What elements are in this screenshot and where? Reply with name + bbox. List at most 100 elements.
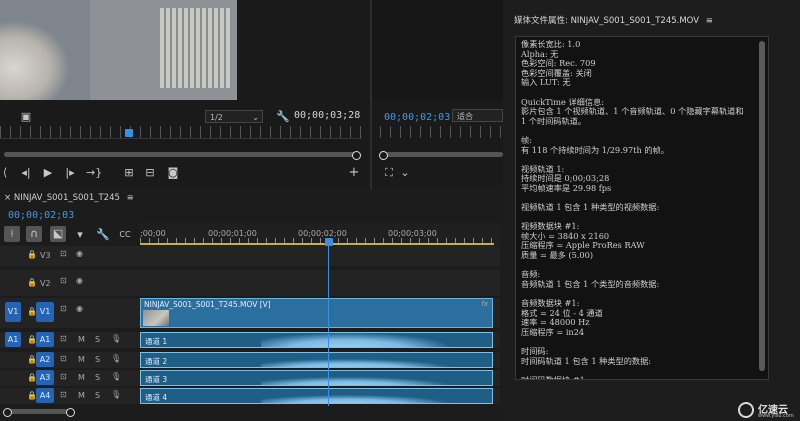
overwrite-icon[interactable]: ⊟ xyxy=(143,166,157,180)
source-scroll-handle[interactable] xyxy=(352,151,361,160)
eye-icon[interactable]: ◉ xyxy=(76,304,83,313)
audio-waveform xyxy=(261,333,451,347)
solo-button[interactable]: S xyxy=(95,391,100,400)
program-timecode: 00;00;02;03 xyxy=(384,112,451,123)
timeline-scroll-handle-left[interactable] xyxy=(3,408,12,417)
sync-icon[interactable]: ⊡ xyxy=(60,249,67,258)
source-scrollbar[interactable] xyxy=(4,152,356,157)
media-info-scrollbar[interactable] xyxy=(759,41,765,371)
timeline-scrollbar[interactable] xyxy=(4,409,70,414)
program-scrollbar[interactable] xyxy=(384,152,503,157)
sync-icon[interactable]: ⊡ xyxy=(60,334,67,343)
audio-clip[interactable]: 通道 4 xyxy=(140,388,493,404)
work-area-bar[interactable] xyxy=(140,243,494,245)
audio-clip[interactable]: 通道 2 xyxy=(140,352,493,368)
program-scroll-handle[interactable] xyxy=(379,151,388,160)
source-playhead[interactable] xyxy=(125,129,133,137)
captions-icon[interactable]: CC xyxy=(118,228,132,242)
play-icon[interactable]: ▶ xyxy=(42,166,54,180)
track-label-a3[interactable]: A3 xyxy=(36,370,54,385)
microphone-icon[interactable]: 🎙 xyxy=(111,372,121,381)
go-to-out-icon[interactable]: →} xyxy=(86,166,102,180)
step-back-frame-icon[interactable]: ◂| xyxy=(20,166,32,180)
watermark: 亿速云 www.yisu.com xyxy=(738,400,800,421)
mute-button[interactable]: M xyxy=(78,335,85,344)
timeline-ruler[interactable]: ;00;00 00;00;01;00 00;00;02;00 00;00;03;… xyxy=(140,223,500,245)
video-clip[interactable]: NINJAV_S001_S001_T245.MOV [V] fx xyxy=(140,298,493,328)
solo-button[interactable]: S xyxy=(95,355,100,364)
settings-wrench-icon[interactable]: 🔧 xyxy=(96,228,110,242)
lock-icon[interactable]: 🔒 xyxy=(27,250,37,259)
insert-icon[interactable]: ⊞ xyxy=(122,166,136,180)
track-label-v1[interactable]: V1 xyxy=(36,302,54,322)
sync-icon[interactable]: ⊡ xyxy=(60,304,67,313)
track-row-v3 xyxy=(0,246,500,266)
source-timecode: 00;00;03;28 xyxy=(294,110,361,121)
ruler-label: 00;00;01;00 xyxy=(208,229,257,238)
track-label-a1[interactable]: A1 xyxy=(36,332,54,347)
solo-button[interactable]: S xyxy=(95,335,100,344)
timeline-playhead-head[interactable] xyxy=(325,238,333,246)
linked-selection-icon[interactable]: ⬕ xyxy=(50,226,66,242)
timeline-scroll-handle-right[interactable] xyxy=(66,408,75,417)
audio-clip-name: 通道 3 xyxy=(145,375,168,384)
microphone-icon[interactable]: 🎙 xyxy=(111,354,121,363)
source-video-frame xyxy=(0,0,237,100)
close-icon[interactable]: × xyxy=(4,193,11,203)
video-clip-name: NINJAV_S001_S001_T245.MOV [V] xyxy=(144,300,271,309)
lock-icon[interactable]: 🔒 xyxy=(27,278,37,287)
sync-icon[interactable]: ⊡ xyxy=(60,372,67,381)
ruler-label: 00;00;03;00 xyxy=(388,229,437,238)
timeline-panel: × NINJAV_S001_S001_T245 ≡ 00;00;02;03 ⟊ … xyxy=(0,190,503,421)
program-video-frame xyxy=(372,0,503,100)
timeline-tab[interactable]: × NINJAV_S001_S001_T245 ≡ xyxy=(4,193,134,203)
eye-icon[interactable]: ◉ xyxy=(76,249,83,258)
mute-button[interactable]: M xyxy=(78,391,85,400)
track-label-v2: V2 xyxy=(40,279,51,288)
camera-icon[interactable]: ◙ xyxy=(166,166,180,180)
program-monitor: 00;00;02;03 适合 ⛶ ⌄ xyxy=(372,0,503,190)
menu-icon[interactable]: ≡ xyxy=(706,16,713,26)
mute-button[interactable]: M xyxy=(78,355,85,364)
resolution-select[interactable]: 1/2 ⌄ xyxy=(205,110,263,123)
snap-icon[interactable]: ∩ xyxy=(26,226,42,242)
safe-margins-icon[interactable]: ⛶ xyxy=(382,166,396,180)
audio-waveform xyxy=(261,395,451,403)
eye-icon[interactable]: ◉ xyxy=(76,276,83,285)
audio-clip-name: 通道 4 xyxy=(145,393,168,402)
source-target-v1[interactable]: V1 xyxy=(5,302,21,322)
microphone-icon[interactable]: 🎙 xyxy=(111,390,121,399)
audio-clip[interactable]: 通道 3 xyxy=(140,370,493,386)
audio-waveform xyxy=(261,359,451,367)
marker-icon[interactable]: ▣ xyxy=(20,110,32,124)
add-button-icon[interactable]: + xyxy=(347,166,361,180)
source-ruler[interactable] xyxy=(0,126,362,139)
media-info-title-text: 媒体文件属性: NINJAV_S001_S001_T245.MOV xyxy=(514,16,700,26)
microphone-icon[interactable]: 🎙 xyxy=(111,334,121,343)
chevron-down-icon: ⌄ xyxy=(252,113,259,122)
audio-clip[interactable]: 通道 1 xyxy=(140,332,493,348)
ruler-label: ;00;00 xyxy=(140,229,166,238)
wrench-icon[interactable]: 🔧 xyxy=(276,110,290,124)
program-ruler[interactable] xyxy=(380,126,503,138)
solo-button[interactable]: S xyxy=(95,373,100,382)
sync-icon[interactable]: ⊡ xyxy=(60,390,67,399)
ruler-label: 00;00;02;00 xyxy=(298,229,347,238)
sync-icon[interactable]: ⊡ xyxy=(60,354,67,363)
nest-icon[interactable]: ⟊ xyxy=(4,226,20,242)
chevron-down-icon[interactable]: ⌄ xyxy=(400,166,410,180)
source-target-a1[interactable]: A1 xyxy=(5,332,21,347)
media-info-box[interactable]: 像素长宽比: 1.0 Alpha: 无 色彩空间: Rec. 709 色彩空间覆… xyxy=(515,36,769,380)
watermark-logo-icon xyxy=(738,402,754,418)
mute-button[interactable]: M xyxy=(78,373,85,382)
step-forward-frame-icon[interactable]: |▸ xyxy=(64,166,76,180)
fit-select[interactable]: 适合 xyxy=(452,109,503,122)
step-back-icon[interactable]: ⟨ xyxy=(0,166,10,180)
resolution-value: 1/2 xyxy=(210,113,223,122)
sync-icon[interactable]: ⊡ xyxy=(60,276,67,285)
track-label-v3: V3 xyxy=(40,251,51,260)
menu-icon[interactable]: ≡ xyxy=(127,193,134,203)
add-marker-icon[interactable]: ▾ xyxy=(74,228,86,242)
track-label-a2[interactable]: A2 xyxy=(36,352,54,367)
track-label-a4[interactable]: A4 xyxy=(36,388,54,403)
